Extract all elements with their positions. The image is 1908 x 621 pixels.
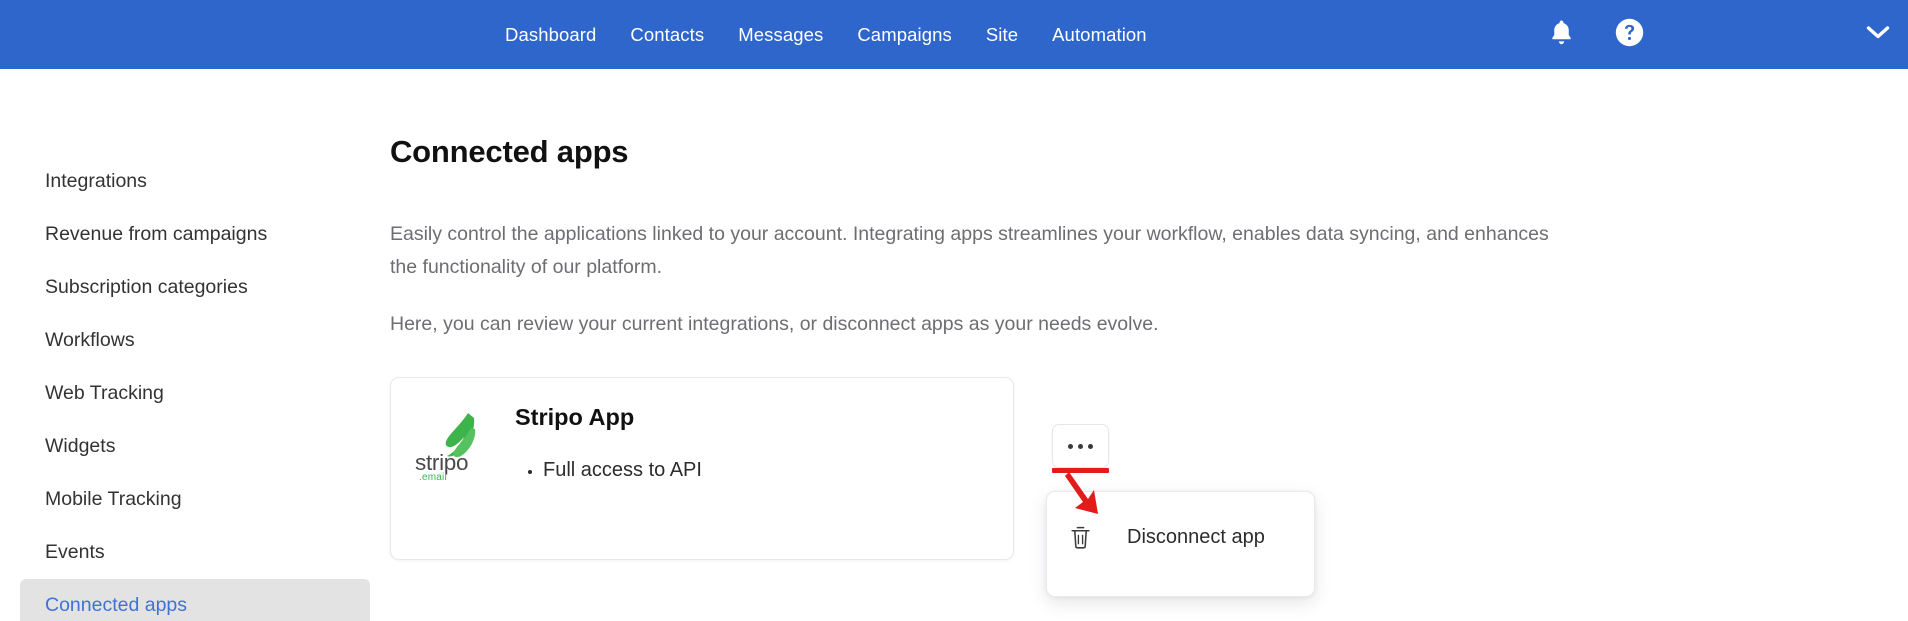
nav-item-campaigns[interactable]: Campaigns	[840, 0, 968, 69]
app-name: Stripo App	[515, 404, 635, 430]
top-navigation-bar: Dashboard Contacts Messages Campaigns Si…	[0, 0, 1908, 69]
account-menu-button[interactable]	[1848, 0, 1908, 69]
highlight-underline	[1052, 468, 1109, 473]
sidebar-item-widgets[interactable]: Widgets	[20, 420, 370, 473]
nav-item-dashboard[interactable]: Dashboard	[488, 0, 613, 69]
connected-app-card: stripo .email Stripo App Full access to …	[390, 377, 1315, 597]
sidebar-item-events[interactable]: Events	[20, 526, 370, 579]
trash-icon	[1069, 525, 1097, 550]
bell-icon	[1548, 18, 1575, 52]
page-title: Connected apps	[390, 134, 629, 169]
kebab-dot-icon	[1078, 443, 1083, 449]
help-circle-icon	[1614, 17, 1645, 53]
nav-item-contacts[interactable]: Contacts	[613, 0, 721, 69]
app-permissions-list: Full access to API	[515, 455, 1013, 485]
app-permission-item: Full access to API	[543, 455, 1013, 485]
help-button[interactable]	[1606, 12, 1652, 58]
sidebar-item-revenue-from-campaigns[interactable]: Revenue from campaigns	[20, 208, 370, 261]
app-options-dropdown: Disconnect app	[1046, 491, 1315, 597]
sidebar-item-workflows[interactable]: Workflows	[20, 314, 370, 367]
nav-item-messages[interactable]: Messages	[721, 0, 840, 69]
intro-paragraph-2: Here, you can review your current integr…	[390, 313, 1159, 335]
primary-nav: Dashboard Contacts Messages Campaigns Si…	[488, 0, 1164, 69]
intro-paragraph-1: Easily control the applications linked t…	[390, 223, 1549, 278]
chevron-down-icon	[1866, 25, 1890, 45]
sidebar-item-mobile-tracking[interactable]: Mobile Tracking	[20, 473, 370, 526]
kebab-dot-icon	[1088, 443, 1093, 449]
app-options-button[interactable]	[1052, 424, 1109, 468]
sidebar-item-subscription-categories[interactable]: Subscription categories	[20, 261, 370, 314]
app-info: Stripo App Full access to API	[503, 400, 1013, 488]
sidebar-item-integrations[interactable]: Integrations	[20, 155, 370, 208]
card-content: stripo .email Stripo App Full access to …	[391, 378, 1013, 488]
nav-item-site[interactable]: Site	[969, 0, 1035, 69]
sidebar-item-web-tracking[interactable]: Web Tracking	[20, 367, 370, 420]
main-content: Connected apps Easily control the applic…	[390, 69, 1908, 621]
menu-item-disconnect-app[interactable]: Disconnect app	[1047, 510, 1314, 564]
notifications-button[interactable]	[1538, 12, 1584, 58]
stripo-sub-wordmark: .email	[419, 472, 447, 483]
menu-item-label: Disconnect app	[1127, 525, 1265, 548]
app-logo: stripo .email	[409, 400, 503, 488]
settings-sidebar: Integrations Revenue from campaigns Subs…	[0, 69, 390, 621]
sidebar-item-connected-apps[interactable]: Connected apps	[20, 579, 370, 621]
stripo-logo: stripo .email	[415, 413, 497, 488]
top-nav-actions	[1538, 0, 1908, 69]
nav-item-automation[interactable]: Automation	[1035, 0, 1164, 69]
page-body: Integrations Revenue from campaigns Subs…	[0, 69, 1908, 621]
kebab-dot-icon	[1068, 443, 1073, 449]
